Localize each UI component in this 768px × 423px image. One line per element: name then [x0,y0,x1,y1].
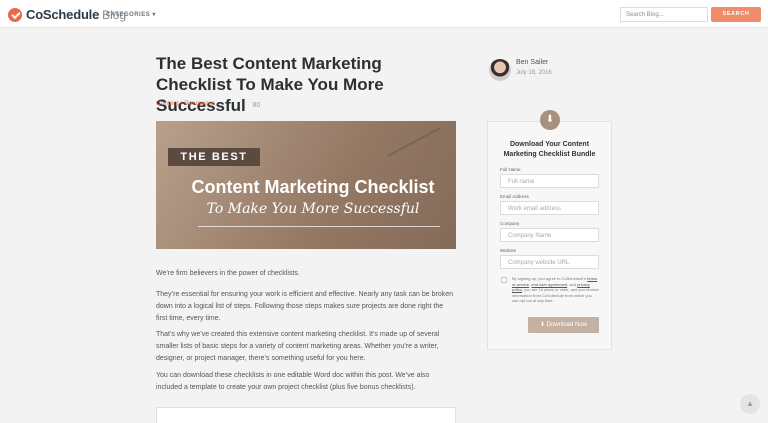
article-paragraph: They’re essential for ensuring your work… [156,291,454,322]
article-categories: Content / Resources [156,100,215,107]
terms-checkbox[interactable] [501,277,507,283]
categories-menu[interactable]: CATEGORIES ▾ [106,11,156,18]
category-link-content[interactable]: Content [156,100,179,107]
top-nav: CoSchedule Blog CATEGORIES ▾ Search Blog… [0,0,768,28]
company-field[interactable]: Company Name [500,228,599,242]
download-icon: ⬇ [540,110,560,130]
end-user-agreement-link[interactable]: end user agreement [531,282,567,287]
full-name-field[interactable]: Full name [500,174,599,188]
coschedule-logo-icon [8,7,22,22]
author-avatar[interactable] [489,59,511,81]
company-label: Company [500,221,520,226]
article-paragraph: That’s why we’ve created this extensive … [156,331,440,362]
email-field[interactable]: Work email address [500,201,599,215]
form-title: Download Your Content Marketing Checklis… [503,141,596,158]
author-name[interactable]: Ben Sailer [516,59,548,66]
chevron-up-icon[interactable]: ▲ [740,394,760,414]
article-paragraph: You can download these checklists in one… [156,372,430,391]
share-count: 80 [252,102,261,109]
publish-date: July 18, 2016 [516,70,552,76]
website-label: Website [500,248,517,253]
email-label: Email Address [500,194,529,199]
article-paragraph: We’re firm believers in the power of che… [156,270,300,277]
terms-pre: By signing up, you agree to CoSchedule's [512,276,588,281]
logo-text: CoSchedule [26,7,100,22]
category-separator: / [180,100,183,107]
hero-divider [198,226,440,227]
category-link-resources[interactable]: Resources [184,100,215,107]
download-button-label: Download Now [546,322,588,328]
hero-image: THE BEST Content Marketing Checklist To … [156,121,456,249]
full-name-label: Full Name [500,167,521,172]
search-button[interactable]: SEARCH [711,7,761,22]
hero-badge: THE BEST [168,148,260,166]
hero-subtitle: To Make You More Successful [206,201,420,217]
terms-mid2: , and [567,281,578,287]
terms-text: By signing up, you agree to CoSchedule's… [512,276,599,304]
hero-title: Content Marketing Checklist [191,177,435,197]
download-now-button[interactable]: ⬇ Download Now [528,317,599,333]
website-field[interactable]: Company website URL [500,255,599,269]
checklist-preview-card [156,407,456,423]
terms-post: , you are 16 years or older, and you rec… [512,287,599,303]
search-input[interactable]: Search Blog... [620,7,708,22]
